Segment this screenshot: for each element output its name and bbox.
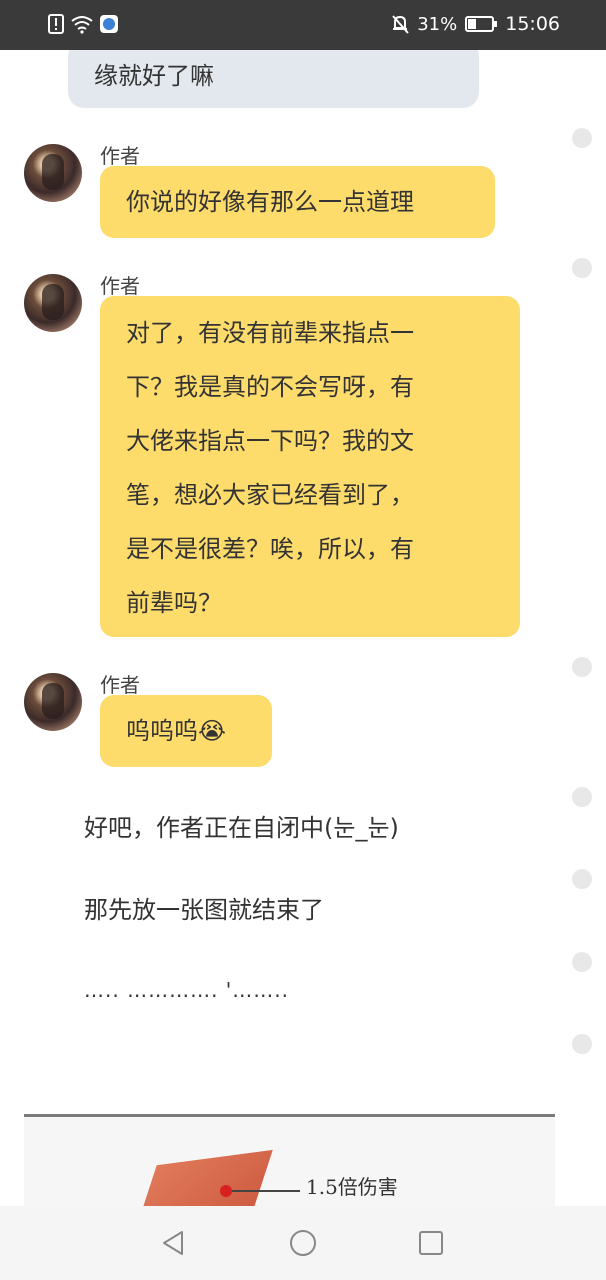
battery-percent: 31%	[417, 13, 458, 35]
bubble-line: 对了，有没有前辈来指点一	[126, 319, 414, 347]
recents-icon[interactable]	[416, 1228, 446, 1258]
clock: 15:06	[505, 13, 560, 35]
paragraph-comment-dot[interactable]	[572, 952, 592, 972]
paragraph-comment-dot[interactable]	[572, 128, 592, 148]
narration-text: 那先放一张图就结束了	[84, 896, 324, 924]
back-icon[interactable]	[158, 1228, 188, 1258]
author-bubble: 对了，有没有前辈来指点一 下？我是真的不会写呀，有 大佬来指点一下吗？我的文 笔…	[100, 296, 520, 637]
image-caption: 1.5倍伤害	[306, 1175, 398, 1199]
brick-illustration	[121, 1149, 273, 1206]
battery-icon	[465, 16, 498, 32]
narration-text: ….. …………. '……..	[84, 978, 289, 1002]
paragraph-comment-dot[interactable]	[572, 1034, 592, 1054]
author-avatar[interactable]	[24, 673, 82, 731]
status-bar: 31% 15:06	[0, 0, 606, 50]
status-right: 31% 15:06	[391, 13, 560, 35]
author-name: 作者	[100, 144, 140, 168]
bubble-line: 下？我是真的不会写呀，有	[126, 373, 414, 401]
bubble-line: 呜呜呜😭	[126, 717, 227, 745]
narration-text: 好吧，作者正在自闭中(눈_눈)	[84, 814, 399, 842]
mute-bell-icon	[392, 15, 409, 34]
bubble-line: 你说的好像有那么一点道理	[126, 188, 414, 216]
paragraph-comment-dot[interactable]	[572, 869, 592, 889]
paragraph-comment-dot[interactable]	[572, 657, 592, 677]
paragraph-comment-dot[interactable]	[572, 258, 592, 278]
bubble-line: 前辈吗？	[126, 589, 222, 617]
author-bubble: 你说的好像有那么一点道理	[100, 166, 495, 238]
author-bubble: 呜呜呜😭	[100, 695, 272, 767]
status-left-icons	[48, 14, 118, 34]
bubble-line: 笔，想必大家已经看到了，	[126, 481, 414, 509]
chat-content[interactable]: 缘就好了嘛 作者 你说的好像有那么一点道理 作者 对了，有没有前辈来指点一 下？…	[0, 50, 606, 1206]
home-icon[interactable]	[288, 1228, 318, 1258]
alert-icon	[48, 14, 64, 34]
paragraph-comment-dot[interactable]	[572, 787, 592, 807]
reader-bubble: 缘就好了嘛	[68, 50, 479, 108]
wifi-icon	[71, 16, 93, 34]
author-avatar[interactable]	[24, 274, 82, 332]
author-name: 作者	[100, 673, 140, 697]
damage-point-marker	[220, 1185, 232, 1197]
navigation-bar	[0, 1206, 606, 1280]
bubble-line: 大佬来指点一下吗？我的文	[126, 427, 414, 455]
pointer-line	[232, 1190, 300, 1192]
story-image[interactable]: 1.5倍伤害	[24, 1114, 555, 1206]
author-avatar[interactable]	[24, 144, 82, 202]
bubble-line: 是不是很差？唉，所以，有	[126, 535, 414, 563]
author-name: 作者	[100, 274, 140, 298]
app-icon	[100, 15, 118, 33]
